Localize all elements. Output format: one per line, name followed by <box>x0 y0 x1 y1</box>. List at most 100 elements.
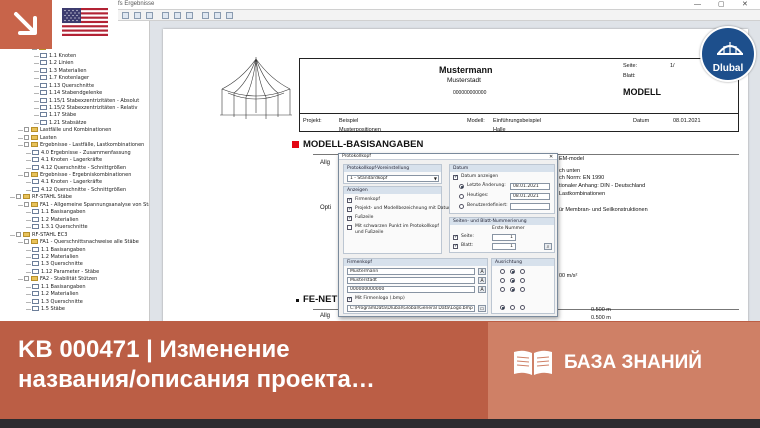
nav-item[interactable]: Ergebnisse - Ergebniskombinationen <box>18 172 131 179</box>
expand-toggle-icon[interactable] <box>24 127 29 133</box>
report-header-dialog[interactable]: Protokollkopf ✕ Protokollkopf-Voreinstel… <box>338 153 558 317</box>
date-today-radio[interactable] <box>459 194 464 199</box>
expand-toggle-icon[interactable] <box>16 194 21 200</box>
toolbar-button-8[interactable] <box>214 12 221 19</box>
sheet-number-field[interactable]: 1 <box>492 243 516 250</box>
show-footer-checkbox[interactable] <box>347 215 352 221</box>
expand-toggle-icon[interactable] <box>24 201 29 207</box>
toolbar-button-9[interactable] <box>226 12 233 19</box>
nav-item[interactable]: 1.15/1 Stabexzentrizitäten - Absolut <box>34 97 139 105</box>
nav-item[interactable]: 1.2 Materialien <box>26 216 79 224</box>
sheet-number-checkbox[interactable] <box>453 243 458 249</box>
nav-item[interactable]: 1.1 Basisangaben <box>26 209 86 216</box>
nav-item[interactable]: 4.0 Ergebnisse - Zusammenfassung <box>26 149 131 157</box>
align-left-radio-1[interactable] <box>500 269 505 274</box>
font-icon[interactable]: A <box>478 286 486 293</box>
align-right-radio-2[interactable] <box>520 278 525 283</box>
nav-item[interactable]: 1.13 Querschnitte <box>34 82 94 90</box>
minimize-button[interactable]: — <box>694 0 701 9</box>
maximize-button[interactable]: ▢ <box>718 0 725 9</box>
nav-item[interactable]: 1.2 Linien <box>34 60 74 67</box>
nav-item[interactable]: 4.12 Querschnitte - Schnittgrößen <box>26 164 126 172</box>
black-dot-checkbox[interactable] <box>347 225 352 230</box>
nav-item[interactable]: Lasten <box>18 134 57 142</box>
knowledge-base-box[interactable]: БАЗА ЗНАНИЙ <box>488 322 760 419</box>
nav-item[interactable]: FA1 - Querschnittsnachweise alle Stäbe <box>18 239 139 246</box>
logo-align-left-radio[interactable] <box>500 305 505 310</box>
expand-toggle-icon[interactable] <box>24 276 29 282</box>
nav-item[interactable]: 4.12 Querschnitte - Schnittgrößen <box>26 186 126 194</box>
date-today-field[interactable]: 08.01.2021 <box>510 193 550 200</box>
magnifier-icon[interactable]: ⌕ <box>544 243 552 250</box>
nav-item[interactable]: 1.3 Querschnitte <box>26 261 83 268</box>
expand-toggle-icon[interactable] <box>24 239 29 245</box>
date-custom-radio[interactable] <box>459 204 464 209</box>
nav-item[interactable]: 1.17 Stäbe <box>34 112 76 119</box>
arrow-down-right-icon[interactable] <box>0 0 52 49</box>
nav-item[interactable]: RF-STAHL EC3 <box>10 231 67 239</box>
show-date-checkbox[interactable] <box>453 174 458 180</box>
toolbar-button-5[interactable] <box>174 12 181 19</box>
align-left-radio-2[interactable] <box>500 278 505 283</box>
nav-item[interactable]: RF-STAHL Stäbe <box>10 194 72 201</box>
company-line-3-field[interactable]: 000000000000 <box>347 286 475 293</box>
nav-item[interactable]: 1.2 Materialien <box>26 291 79 298</box>
expand-toggle-icon[interactable] <box>16 231 21 237</box>
nav-item[interactable]: 1.1 Basisangaben <box>26 283 86 291</box>
nav-item[interactable]: 1.1 Basisangaben <box>26 246 86 254</box>
expand-toggle-icon[interactable] <box>24 142 29 148</box>
font-icon[interactable]: A <box>478 268 486 275</box>
nav-item[interactable]: 1.15/2 Stabexzentrizitäten - Relativ <box>34 104 138 112</box>
show-project-model-checkbox[interactable] <box>347 206 352 212</box>
company-line-2-field[interactable]: Musterstadt <box>347 277 475 284</box>
nav-item[interactable]: 1.3.1 Querschnitte <box>26 224 88 231</box>
nav-item[interactable]: 1.21 Stabsätze <box>34 119 86 127</box>
date-custom-field[interactable] <box>510 203 550 210</box>
nav-item[interactable]: Ergebnisse - Lastfälle, Lastkombinatione… <box>18 142 144 149</box>
align-center-radio-1[interactable] <box>510 269 515 274</box>
show-company-header-checkbox[interactable] <box>347 197 352 203</box>
font-icon[interactable]: A <box>478 277 486 284</box>
date-last-change-field[interactable]: 08.01.2021 <box>510 183 550 190</box>
company-line-1-field[interactable]: Mustermann <box>347 268 475 275</box>
page-number-field[interactable]: 1 <box>492 234 516 241</box>
logo-align-right-radio[interactable] <box>520 305 525 310</box>
us-flag-icon[interactable] <box>62 8 108 36</box>
align-center-radio-2[interactable] <box>510 278 515 283</box>
nav-item[interactable]: 1.7 Knotenlager <box>34 75 89 82</box>
nav-item[interactable]: Lastfälle und Kombinationen <box>18 127 111 134</box>
align-right-radio-1[interactable] <box>520 269 525 274</box>
align-left-radio-3[interactable] <box>500 287 505 292</box>
nav-item[interactable]: 1.1 Knoten <box>34 52 76 60</box>
toolbar-button-6[interactable] <box>186 12 193 19</box>
expand-toggle-icon[interactable] <box>24 134 29 140</box>
template-select[interactable]: 1 - Standardkopf ▼ <box>347 175 439 182</box>
nav-item[interactable]: 1.12 Parameter - Stäbe <box>26 268 99 276</box>
logo-align-center-radio[interactable] <box>510 305 515 310</box>
nav-item[interactable]: 1.5 Stäbe <box>26 306 65 313</box>
nav-item[interactable]: FA1 - Allgemeine Spannungsanalyse von St… <box>18 201 149 209</box>
date-last-change-radio[interactable] <box>459 184 464 189</box>
nav-item[interactable]: 1.14 Stabendgelenke <box>34 90 102 97</box>
toolbar-button-7[interactable] <box>202 12 209 19</box>
nav-item[interactable]: 4.1 Knoten - Lagerkräfte <box>26 157 102 164</box>
nav-item[interactable]: 4.1 Knoten - Lagerkräfte <box>26 179 102 186</box>
company-logo-checkbox[interactable] <box>347 296 352 302</box>
nav-item[interactable]: 1.2 Materialien <box>26 253 79 261</box>
nav-item[interactable]: 1.3 Querschnitte <box>26 298 83 306</box>
toolbar-button-3[interactable] <box>146 12 153 19</box>
page-number-checkbox[interactable] <box>453 234 458 240</box>
dialog-close-icon[interactable]: ✕ <box>549 154 553 160</box>
toolbar-button-4[interactable] <box>162 12 169 19</box>
logo-path-field[interactable]: C:\ProgramData\Dlubal\Global\General Dat… <box>347 305 475 312</box>
nav-item[interactable]: 1.3 Materialien <box>34 67 87 75</box>
toolbar-button-2[interactable] <box>134 12 141 19</box>
close-button[interactable]: ✕ <box>742 0 748 9</box>
expand-toggle-icon[interactable] <box>24 172 29 177</box>
toolbar-button-1[interactable] <box>122 12 129 19</box>
nav-item[interactable]: FA2 - Stabilität Stützen <box>18 276 97 283</box>
folder-icon[interactable]: ▭ <box>478 305 486 312</box>
align-center-radio-3[interactable] <box>510 287 515 292</box>
align-right-radio-3[interactable] <box>520 287 525 292</box>
dialog-titlebar[interactable]: Protokollkopf ✕ <box>339 154 557 160</box>
